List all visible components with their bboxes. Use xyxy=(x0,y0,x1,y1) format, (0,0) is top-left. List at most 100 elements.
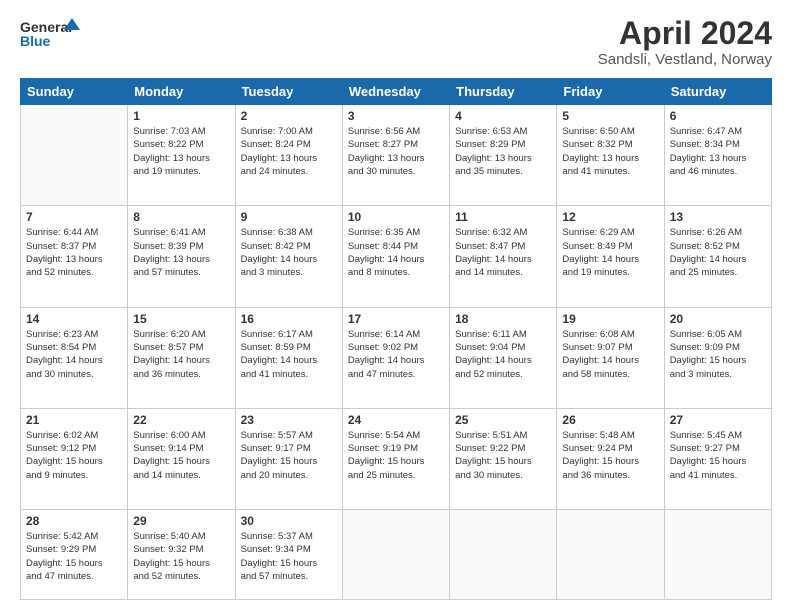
day-number: 20 xyxy=(670,312,766,326)
table-cell: 28Sunrise: 5:42 AMSunset: 9:29 PMDayligh… xyxy=(21,510,128,600)
calendar-week-1: 1Sunrise: 7:03 AMSunset: 8:22 PMDaylight… xyxy=(21,105,772,206)
table-cell: 23 Sunrise: 5:57 AMSunset: 9:17 PMDayligh… xyxy=(235,408,342,509)
day-info: Sunrise: 5:51 AMSunset: 9:22 PMDaylight:… xyxy=(455,429,551,482)
day-info: Sunrise: 6:53 AMSunset: 8:29 PMDaylight:… xyxy=(455,125,551,178)
day-info: Sunrise: 6:11 AMSunset: 9:04 PMDaylight:… xyxy=(455,328,551,381)
day-number: 18 xyxy=(455,312,551,326)
table-cell: 20 Sunrise: 6:05 AMSunset: 9:09 PMDayligh… xyxy=(664,307,771,408)
day-info: Sunrise: 6:32 AMSunset: 8:47 PMDaylight:… xyxy=(455,226,551,279)
table-cell: 21 Sunrise: 6:02 AMSunset: 9:12 PMDayligh… xyxy=(21,408,128,509)
day-number: 7 xyxy=(26,210,122,224)
calendar-week-4: 21 Sunrise: 6:02 AMSunset: 9:12 PMDayligh… xyxy=(21,408,772,509)
day-number: 3 xyxy=(348,109,444,123)
day-number: 1 xyxy=(133,109,229,123)
table-cell xyxy=(664,510,771,600)
day-info: Sunrise: 5:40 AMSunset: 9:32 PMDaylight:… xyxy=(133,530,229,583)
table-cell xyxy=(342,510,449,600)
day-info: Sunrise: 7:00 AMSunset: 8:24 PMDaylight:… xyxy=(241,125,337,178)
table-cell: 1Sunrise: 7:03 AMSunset: 8:22 PMDaylight… xyxy=(128,105,235,206)
table-cell: 16 Sunrise: 6:17 AMSunset: 8:59 PMDayligh… xyxy=(235,307,342,408)
table-cell: 6 Sunrise: 6:47 AMSunset: 8:34 PMDaylight… xyxy=(664,105,771,206)
day-number: 2 xyxy=(241,109,337,123)
day-info: Sunrise: 5:48 AMSunset: 9:24 PMDaylight:… xyxy=(562,429,658,482)
day-number: 19 xyxy=(562,312,658,326)
page: General Blue April 2024 Sandsli, Vestlan… xyxy=(0,0,792,612)
day-number: 23 xyxy=(241,413,337,427)
day-info: Sunrise: 6:02 AMSunset: 9:12 PMDaylight:… xyxy=(26,429,122,482)
table-cell: 7 Sunrise: 6:44 AMSunset: 8:37 PMDaylight… xyxy=(21,206,128,307)
day-number: 27 xyxy=(670,413,766,427)
table-cell: 15Sunrise: 6:20 AMSunset: 8:57 PMDayligh… xyxy=(128,307,235,408)
day-number: 26 xyxy=(562,413,658,427)
table-cell: 4 Sunrise: 6:53 AMSunset: 8:29 PMDaylight… xyxy=(450,105,557,206)
day-info: Sunrise: 6:35 AMSunset: 8:44 PMDaylight:… xyxy=(348,226,444,279)
day-number: 16 xyxy=(241,312,337,326)
table-cell: 10 Sunrise: 6:35 AMSunset: 8:44 PMDayligh… xyxy=(342,206,449,307)
table-cell xyxy=(21,105,128,206)
day-info: Sunrise: 6:00 AMSunset: 9:14 PMDaylight:… xyxy=(133,429,229,482)
table-cell: 26 Sunrise: 5:48 AMSunset: 9:24 PMDayligh… xyxy=(557,408,664,509)
logo-svg: General Blue xyxy=(20,16,80,52)
day-number: 10 xyxy=(348,210,444,224)
header-wednesday: Wednesday xyxy=(342,79,449,105)
table-cell: 11 Sunrise: 6:32 AMSunset: 8:47 PMDayligh… xyxy=(450,206,557,307)
table-cell: 12 Sunrise: 6:29 AMSunset: 8:49 PMDayligh… xyxy=(557,206,664,307)
day-info: Sunrise: 6:29 AMSunset: 8:49 PMDaylight:… xyxy=(562,226,658,279)
location: Sandsli, Vestland, Norway xyxy=(598,51,772,68)
day-info: Sunrise: 6:47 AMSunset: 8:34 PMDaylight:… xyxy=(670,125,766,178)
day-number: 17 xyxy=(348,312,444,326)
day-number: 25 xyxy=(455,413,551,427)
day-number: 11 xyxy=(455,210,551,224)
table-cell: 2 Sunrise: 7:00 AMSunset: 8:24 PMDaylight… xyxy=(235,105,342,206)
table-cell: 19Sunrise: 6:08 AMSunset: 9:07 PMDayligh… xyxy=(557,307,664,408)
day-number: 8 xyxy=(133,210,229,224)
header-sunday: Sunday xyxy=(21,79,128,105)
header: General Blue April 2024 Sandsli, Vestlan… xyxy=(20,16,772,68)
day-number: 15 xyxy=(133,312,229,326)
day-number: 24 xyxy=(348,413,444,427)
day-info: Sunrise: 5:42 AMSunset: 9:29 PMDaylight:… xyxy=(26,530,122,583)
header-friday: Friday xyxy=(557,79,664,105)
logo: General Blue xyxy=(20,16,80,52)
table-cell: 13Sunrise: 6:26 AMSunset: 8:52 PMDayligh… xyxy=(664,206,771,307)
day-number: 29 xyxy=(133,514,229,528)
month-title: April 2024 xyxy=(598,16,772,51)
table-cell xyxy=(450,510,557,600)
day-info: Sunrise: 6:14 AMSunset: 9:02 PMDaylight:… xyxy=(348,328,444,381)
day-info: Sunrise: 6:05 AMSunset: 9:09 PMDaylight:… xyxy=(670,328,766,381)
day-number: 12 xyxy=(562,210,658,224)
table-cell: 8 Sunrise: 6:41 AMSunset: 8:39 PMDaylight… xyxy=(128,206,235,307)
table-cell xyxy=(557,510,664,600)
day-info: Sunrise: 5:57 AMSunset: 9:17 PMDaylight:… xyxy=(241,429,337,482)
day-info: Sunrise: 6:41 AMSunset: 8:39 PMDaylight:… xyxy=(133,226,229,279)
day-number: 21 xyxy=(26,413,122,427)
calendar-week-2: 7 Sunrise: 6:44 AMSunset: 8:37 PMDaylight… xyxy=(21,206,772,307)
table-cell: 9Sunrise: 6:38 AMSunset: 8:42 PMDaylight… xyxy=(235,206,342,307)
table-cell: 17 Sunrise: 6:14 AMSunset: 9:02 PMDayligh… xyxy=(342,307,449,408)
day-info: Sunrise: 6:44 AMSunset: 8:37 PMDaylight:… xyxy=(26,226,122,279)
header-thursday: Thursday xyxy=(450,79,557,105)
day-info: Sunrise: 6:38 AMSunset: 8:42 PMDaylight:… xyxy=(241,226,337,279)
day-number: 13 xyxy=(670,210,766,224)
header-monday: Monday xyxy=(128,79,235,105)
table-cell: 27 Sunrise: 5:45 AMSunset: 9:27 PMDayligh… xyxy=(664,408,771,509)
table-cell: 22Sunrise: 6:00 AMSunset: 9:14 PMDayligh… xyxy=(128,408,235,509)
table-cell: 25 Sunrise: 5:51 AMSunset: 9:22 PMDayligh… xyxy=(450,408,557,509)
day-info: Sunrise: 5:54 AMSunset: 9:19 PMDaylight:… xyxy=(348,429,444,482)
header-tuesday: Tuesday xyxy=(235,79,342,105)
calendar-header-row: Sunday Monday Tuesday Wednesday Thursday… xyxy=(21,79,772,105)
table-cell: 3Sunrise: 6:56 AMSunset: 8:27 PMDaylight… xyxy=(342,105,449,206)
table-cell: 5Sunrise: 6:50 AMSunset: 8:32 PMDaylight… xyxy=(557,105,664,206)
day-info: Sunrise: 5:45 AMSunset: 9:27 PMDaylight:… xyxy=(670,429,766,482)
day-number: 6 xyxy=(670,109,766,123)
header-saturday: Saturday xyxy=(664,79,771,105)
day-number: 5 xyxy=(562,109,658,123)
table-cell: 18 Sunrise: 6:11 AMSunset: 9:04 PMDayligh… xyxy=(450,307,557,408)
day-number: 4 xyxy=(455,109,551,123)
table-cell: 14Sunrise: 6:23 AMSunset: 8:54 PMDayligh… xyxy=(21,307,128,408)
day-info: Sunrise: 6:17 AMSunset: 8:59 PMDaylight:… xyxy=(241,328,337,381)
calendar-week-3: 14Sunrise: 6:23 AMSunset: 8:54 PMDayligh… xyxy=(21,307,772,408)
calendar-table: Sunday Monday Tuesday Wednesday Thursday… xyxy=(20,78,772,600)
table-cell: 24 Sunrise: 5:54 AMSunset: 9:19 PMDayligh… xyxy=(342,408,449,509)
day-info: Sunrise: 5:37 AMSunset: 9:34 PMDaylight:… xyxy=(241,530,337,583)
